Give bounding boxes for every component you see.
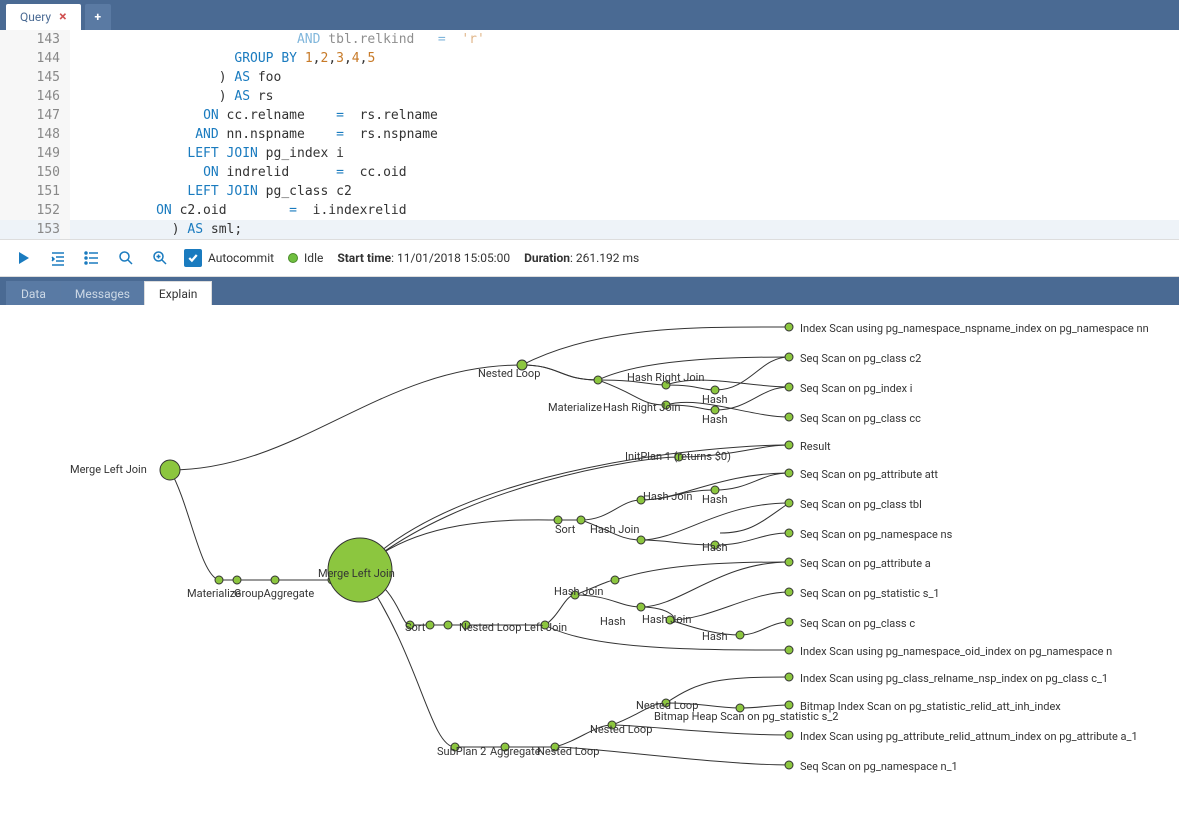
- status-indicator: [288, 253, 298, 263]
- line-gutter: 143144145146147148149150151152153: [0, 30, 70, 239]
- plan-node[interactable]: [785, 731, 793, 739]
- plan-node[interactable]: [233, 576, 241, 584]
- plan-node[interactable]: [785, 323, 793, 331]
- run-button[interactable]: [14, 248, 34, 268]
- start-time: Start time: 11/01/2018 15:05:00: [337, 251, 510, 265]
- plan-node[interactable]: [611, 576, 619, 584]
- plan-node[interactable]: [271, 576, 279, 584]
- plan-node[interactable]: [451, 743, 459, 751]
- plan-node[interactable]: [785, 701, 793, 709]
- plan-node[interactable]: [444, 621, 452, 629]
- plan-node[interactable]: [711, 406, 719, 414]
- plan-node[interactable]: [594, 376, 602, 384]
- indent-icon[interactable]: [48, 248, 68, 268]
- plan-node[interactable]: [462, 621, 470, 629]
- plan-node[interactable]: [517, 360, 527, 370]
- plan-node[interactable]: [785, 646, 793, 654]
- plan-node[interactable]: [736, 631, 744, 639]
- plan-node[interactable]: [328, 538, 392, 602]
- code-area[interactable]: AND tbl.relkind = 'r' GROUP BY 1,2,3,4,5…: [70, 30, 1179, 239]
- search-icon[interactable]: [116, 248, 136, 268]
- plan-node[interactable]: [541, 621, 549, 629]
- plan-node[interactable]: [785, 499, 793, 507]
- plan-node[interactable]: [577, 516, 585, 524]
- plan-node[interactable]: [736, 704, 744, 712]
- plan-node[interactable]: [637, 603, 645, 611]
- tab-bar: Query × +: [0, 0, 1179, 30]
- plan-node[interactable]: [785, 413, 793, 421]
- plan-node[interactable]: [785, 673, 793, 681]
- plan-node[interactable]: [711, 541, 719, 549]
- plan-node[interactable]: [662, 699, 670, 707]
- autocommit-label: Autocommit: [208, 251, 274, 265]
- plan-node[interactable]: [785, 353, 793, 361]
- plan-node[interactable]: [785, 383, 793, 391]
- plan-node[interactable]: [426, 621, 434, 629]
- plan-node[interactable]: [608, 721, 616, 729]
- list-icon[interactable]: [82, 248, 102, 268]
- plan-node[interactable]: [551, 743, 559, 751]
- plan-node[interactable]: [406, 621, 414, 629]
- plan-node[interactable]: [785, 588, 793, 596]
- start-time-value: 11/01/2018 15:05:00: [397, 251, 510, 265]
- plan-node[interactable]: [662, 401, 670, 409]
- tab-query[interactable]: Query ×: [6, 4, 81, 30]
- zoom-in-icon[interactable]: [150, 248, 170, 268]
- query-toolbar: Autocommit Idle Start time: 11/01/2018 1…: [0, 240, 1179, 277]
- plan-node[interactable]: [637, 536, 645, 544]
- results-tab-data[interactable]: Data: [6, 281, 61, 305]
- plan-node[interactable]: [160, 460, 180, 480]
- duration-label: Duration: [524, 251, 570, 265]
- plan-node[interactable]: [666, 616, 674, 624]
- tab-add[interactable]: +: [85, 4, 112, 30]
- duration: Duration: 261.192 ms: [524, 251, 639, 265]
- close-icon[interactable]: ×: [59, 9, 66, 25]
- start-time-label: Start time: [337, 251, 391, 265]
- plan-node[interactable]: [785, 469, 793, 477]
- plan-node[interactable]: [785, 618, 793, 626]
- results-tab-bar: Data Messages Explain: [0, 277, 1179, 305]
- results-tab-messages[interactable]: Messages: [60, 281, 145, 305]
- tab-query-label: Query: [20, 10, 51, 24]
- plan-node[interactable]: [501, 743, 509, 751]
- plan-node[interactable]: [785, 761, 793, 769]
- add-icon: +: [95, 10, 102, 24]
- plan-node[interactable]: [215, 576, 223, 584]
- sql-editor[interactable]: 143144145146147148149150151152153 AND tb…: [0, 30, 1179, 240]
- plan-node[interactable]: [785, 529, 793, 537]
- autocommit-checkbox[interactable]: [184, 249, 202, 267]
- plan-node[interactable]: [785, 441, 793, 449]
- results-tab-explain[interactable]: Explain: [144, 281, 213, 305]
- plan-node[interactable]: [571, 591, 579, 599]
- plan-node[interactable]: [662, 381, 670, 389]
- plan-node[interactable]: [675, 453, 683, 461]
- plan-node[interactable]: [711, 486, 719, 494]
- plan-node[interactable]: [711, 386, 719, 394]
- plan-node[interactable]: [554, 516, 562, 524]
- explain-graph[interactable]: Merge Left JoinNested LoopMaterializeHas…: [0, 305, 1179, 815]
- plan-node[interactable]: [637, 496, 645, 504]
- plan-node[interactable]: [785, 558, 793, 566]
- status-label: Idle: [304, 251, 323, 265]
- duration-value: 261.192 ms: [576, 251, 639, 265]
